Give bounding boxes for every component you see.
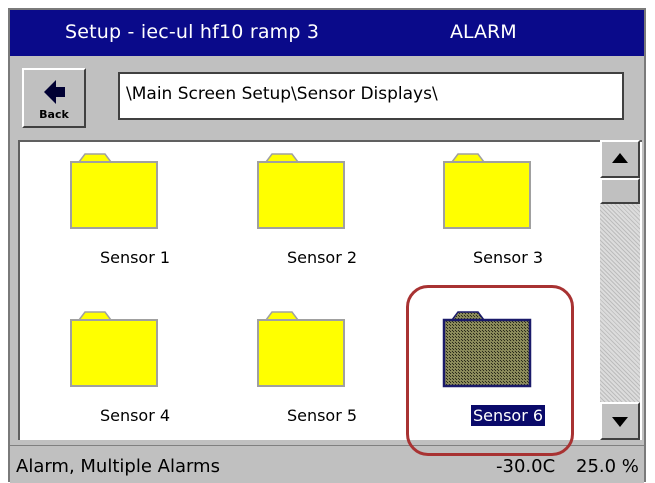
folder-sensor-4[interactable]: Sensor 4 [65,310,205,440]
folder-label: Sensor 2 [286,248,358,267]
vertical-scrollbar[interactable] [600,140,640,440]
folder-icon [70,153,158,229]
scroll-thumb[interactable] [600,178,640,204]
left-arrow-icon [44,79,66,109]
percent-readout: 25.0 % [576,456,639,477]
back-button[interactable]: Back [22,68,86,128]
alarm-message: Alarm, Multiple Alarms [16,456,220,477]
path-field[interactable]: \Main Screen Setup\Sensor Displays\ [118,72,624,120]
folder-sensor-1[interactable]: Sensor 1 [65,152,205,282]
title-bar: Setup - iec-ul hf10 ramp 3 ALARM [10,10,644,56]
folder-sensor-2[interactable]: Sensor 2 [252,152,392,282]
path-text: \Main Screen Setup\Sensor Displays\ [126,84,438,104]
folder-label: Sensor 1 [99,248,171,267]
triangle-up-icon [612,153,628,163]
status-bar: Alarm, Multiple Alarms -30.0C 25.0 % [10,445,644,483]
back-button-label: Back [39,108,69,121]
scroll-down-button[interactable] [600,402,640,440]
alarm-status: ALARM [450,21,517,43]
folder-sensor-5[interactable]: Sensor 5 [252,310,392,440]
window-title: Setup - iec-ul hf10 ramp 3 [65,21,320,43]
temperature-readout: -30.0C [496,456,556,477]
selected-label-text: Sensor 6 [469,404,547,427]
folder-icon [257,153,345,229]
scroll-up-button[interactable] [600,140,640,178]
triangle-down-icon [612,417,628,427]
folder-icon [257,311,345,387]
folder-label: Sensor 3 [472,248,544,267]
folder-view: Sensor 1 Sensor 2 Sensor 3 Sensor 4 Sens… [18,140,642,440]
folder-label-selected: Sensor 6 [438,404,578,427]
folder-sensor-6[interactable]: Sensor 6 [438,310,578,440]
folder-label: Sensor 5 [286,406,358,425]
folder-icon [442,311,532,388]
folder-icon [70,311,158,387]
folder-sensor-3[interactable]: Sensor 3 [438,152,578,282]
folder-icon [443,153,531,229]
folder-label: Sensor 4 [99,406,171,425]
